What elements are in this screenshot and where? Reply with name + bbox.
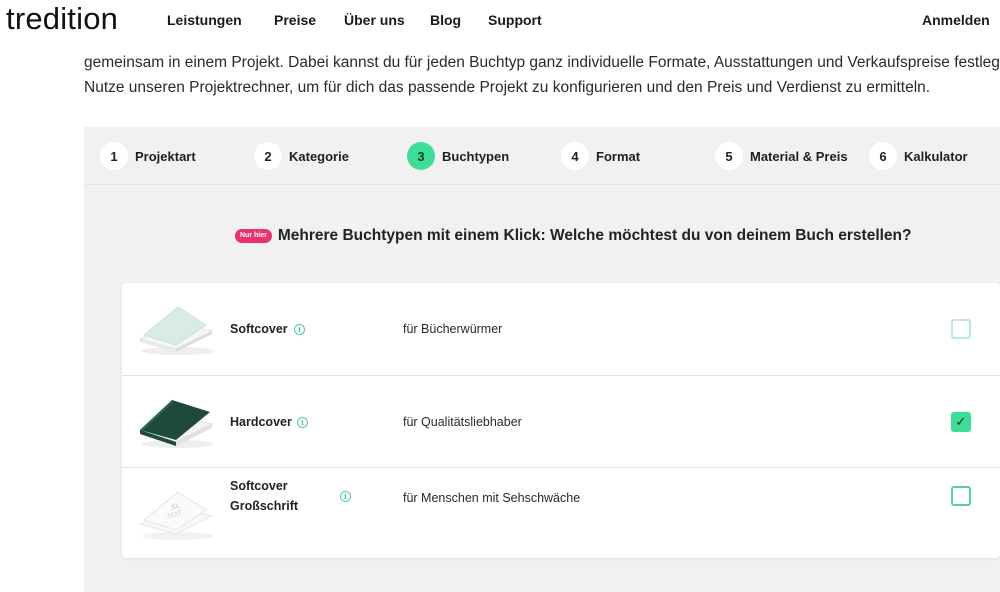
intro-line-1: gemeinsam in einem Projekt. Dabei kannst… <box>84 54 1000 71</box>
step-number: 4 <box>561 142 589 170</box>
option-description: für Menschen mit Sehschwäche <box>403 491 581 505</box>
option-name: Softcover <box>230 322 288 336</box>
nav-preise[interactable]: Preise <box>274 12 316 28</box>
project-calculator: 1 Projektart 2 Kategorie 3 Buchtypen 4 F… <box>84 127 1000 592</box>
info-icon[interactable]: i <box>297 417 308 428</box>
step-label: Buchtypen <box>442 148 510 164</box>
step-kalkulator[interactable]: 6 Kalkulator <box>869 142 968 170</box>
step-label: Kalkulator <box>904 148 968 164</box>
step-number: 2 <box>254 142 282 170</box>
info-icon[interactable]: i <box>340 491 351 502</box>
option-name: Hardcover <box>230 415 292 429</box>
question-heading: Nur hier Mehrere Buchtypen mit einem Kli… <box>235 227 911 245</box>
check-icon: ✓ <box>955 414 967 430</box>
option-softcover-large-print[interactable]: XL TEXT Softcover Großschrift i für Mens… <box>122 467 1000 558</box>
info-icon[interactable]: i <box>294 324 305 335</box>
hardcover-checkbox[interactable]: ✓ <box>951 412 971 432</box>
book-type-options: Softcover i für Bücherwürmer Hardcover i… <box>122 283 1000 558</box>
logo[interactable]: tredition <box>6 0 118 38</box>
option-description: für Qualitätsliebhaber <box>403 415 522 429</box>
step-kategorie[interactable]: 2 Kategorie <box>254 142 349 170</box>
step-number: 1 <box>100 142 128 170</box>
nav-leistungen[interactable]: Leistungen <box>167 12 242 28</box>
site-header: tredition Leistungen Preise Über uns Blo… <box>0 0 1000 42</box>
step-indicator: 1 Projektart 2 Kategorie 3 Buchtypen 4 F… <box>84 127 1000 185</box>
step-material-preis[interactable]: 5 Material & Preis <box>715 142 848 170</box>
large-print-book-icon: XL TEXT <box>138 491 214 540</box>
step-number: 3 <box>407 142 435 170</box>
question-text: Mehrere Buchtypen mit einem Klick: Welch… <box>277 227 912 244</box>
step-projektart[interactable]: 1 Projektart <box>100 142 196 170</box>
step-number: 5 <box>715 142 743 170</box>
only-here-badge: Nur hier <box>235 229 272 243</box>
intro-line-2: Nutze unseren Projektrechner, um für dic… <box>84 79 931 96</box>
nav-ueber-uns[interactable]: Über uns <box>344 12 405 28</box>
large-print-checkbox[interactable] <box>951 486 971 506</box>
hardcover-book-icon <box>138 400 214 448</box>
softcover-checkbox[interactable] <box>951 319 971 339</box>
option-softcover[interactable]: Softcover i für Bücherwürmer <box>122 283 1000 375</box>
step-label: Format <box>596 148 641 164</box>
step-label: Projektart <box>135 148 196 164</box>
step-format[interactable]: 4 Format <box>561 142 640 170</box>
step-label: Kategorie <box>289 148 349 164</box>
step-buchtypen[interactable]: 3 Buchtypen <box>407 142 509 170</box>
option-hardcover[interactable]: Hardcover i für Qualitätsliebhaber ✓ <box>122 375 1000 467</box>
nav-support[interactable]: Support <box>488 12 542 28</box>
softcover-book-icon <box>138 306 214 355</box>
step-number: 6 <box>869 142 897 170</box>
login-link[interactable]: Anmelden <box>922 12 990 28</box>
option-name-line-2: Großschrift <box>230 499 299 513</box>
intro-text: gemeinsam in einem Projekt. Dabei kannst… <box>84 50 1000 100</box>
option-name: Softcover <box>230 479 288 493</box>
option-description: für Bücherwürmer <box>403 322 503 336</box>
nav-blog[interactable]: Blog <box>430 12 461 28</box>
step-label: Material & Preis <box>750 148 848 164</box>
